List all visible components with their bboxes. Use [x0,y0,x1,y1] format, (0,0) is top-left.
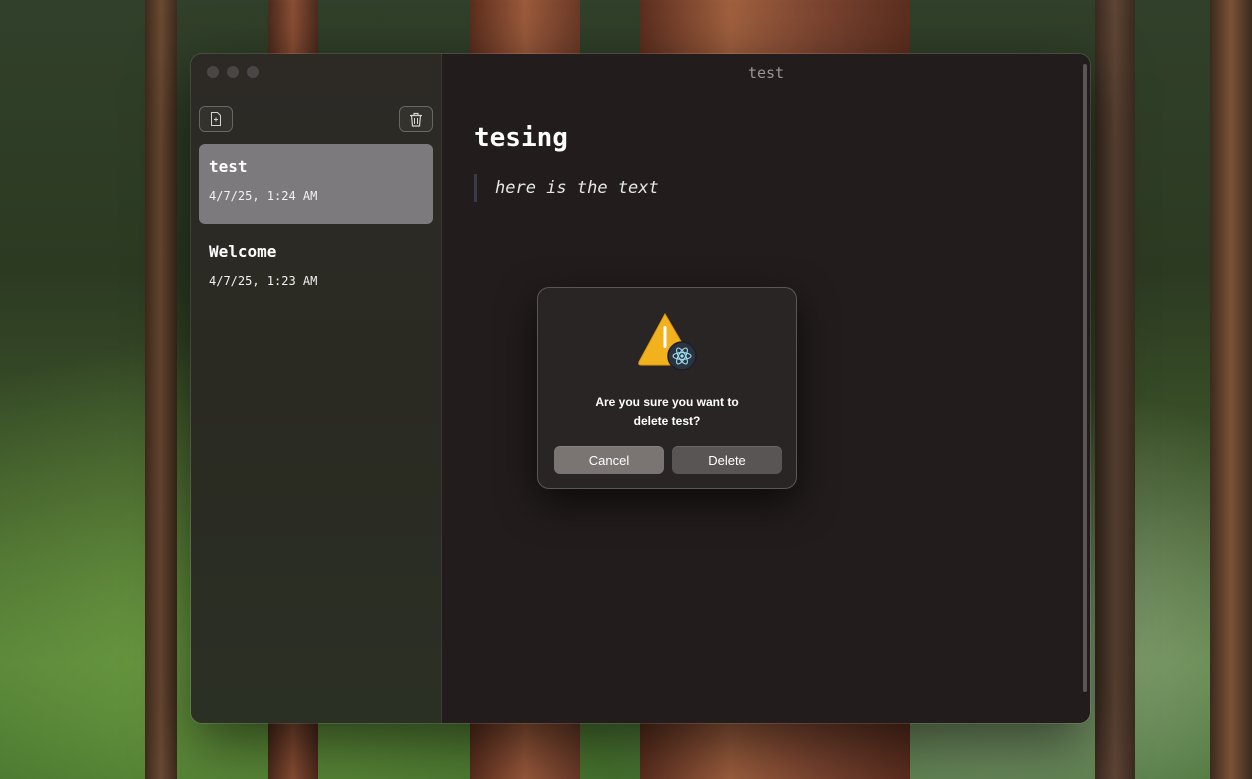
dialog-message: Are you sure you want to delete test? [558,393,776,431]
confirm-delete-dialog: Are you sure you want to delete test? Ca… [538,288,796,488]
window-title: test [747,64,785,82]
delete-button[interactable]: Delete [672,446,782,474]
document-heading[interactable]: tesing [474,123,568,153]
scrollbar[interactable] [1083,64,1087,692]
minimize-window-button[interactable] [227,66,239,78]
note-date: 4/7/25, 1:23 AM [209,274,318,288]
new-note-button[interactable] [199,106,233,132]
close-window-button[interactable] [207,66,219,78]
note-list-item-test[interactable]: test 4/7/25, 1:24 AM [199,144,433,224]
warning-icon [638,312,697,371]
note-title: Welcome [209,242,277,261]
tree-trunk [145,0,177,779]
window-controls [207,66,259,78]
note-title: test [209,157,248,176]
dialog-message-line: Are you sure you want to [595,395,739,409]
zoom-window-button[interactable] [247,66,259,78]
note-list-item-welcome[interactable]: Welcome 4/7/25, 1:23 AM [199,229,433,309]
blockquote[interactable]: here is the text [474,174,659,202]
tree-trunk [1210,0,1252,779]
delete-note-button[interactable] [399,106,433,132]
cancel-button[interactable]: Cancel [554,446,664,474]
note-date: 4/7/25, 1:24 AM [209,189,318,203]
tree-trunk [1095,0,1135,779]
new-note-icon [211,112,221,126]
dialog-message-line: delete test? [633,414,701,428]
sidebar: test 4/7/25, 1:24 AM Welcome 4/7/25, 1:2… [191,54,442,723]
trash-icon [410,112,422,127]
